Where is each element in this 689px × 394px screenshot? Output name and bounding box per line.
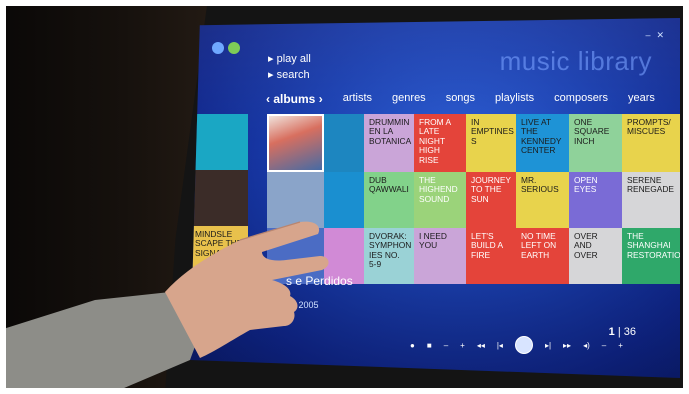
photo-frame [0, 0, 689, 394]
photo: – ✕ music library ▸ play all ▸ search ‹ … [0, 0, 689, 394]
